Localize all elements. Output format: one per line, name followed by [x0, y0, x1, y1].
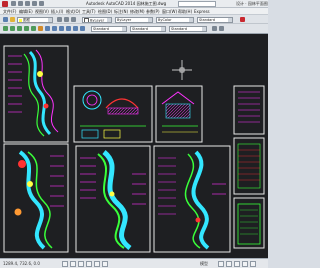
sheet-gate-elevation-detail[interactable]: [73, 85, 153, 143]
multileader-style-icon[interactable]: [212, 26, 217, 31]
menu-bar: 文件(F) 编辑(E) 视图(V) 插入(I) 格式(O) 工具(T) 绘图(D…: [0, 8, 268, 15]
sheet-notes-green[interactable]: [233, 197, 265, 249]
plotstyle-dropdown-value: Standard: [199, 18, 215, 22]
grid-display-icon[interactable]: [70, 261, 76, 267]
search-input[interactable]: [178, 1, 216, 7]
scale-tool-icon[interactable]: [66, 26, 71, 31]
color-swatch-icon: [84, 18, 89, 22]
plotstyle-dropdown[interactable]: Standard: [197, 17, 233, 23]
sheet-legend-table-top[interactable]: [233, 85, 265, 135]
sheet-master-plan-top[interactable]: [3, 45, 69, 143]
color-dropdown[interactable]: ByLayer: [82, 17, 112, 23]
layer-dropdown[interactable]: 图框: [17, 17, 53, 23]
tablestyle-dropdown-value: Standard: [171, 27, 187, 31]
text-tool-icon[interactable]: [219, 26, 224, 31]
undo-icon[interactable]: [32, 1, 37, 6]
rotate-tool-icon[interactable]: [59, 26, 64, 31]
dimstyle-dropdown-value: Standard: [132, 27, 148, 31]
chevron-down-icon: [202, 27, 206, 31]
sheet-plant-schedule[interactable]: [233, 137, 265, 195]
sheet-planting-plan-b[interactable]: [153, 145, 231, 253]
arc-tool-icon[interactable]: [24, 26, 29, 31]
lineweight-dropdown[interactable]: ByColor: [156, 17, 194, 23]
lineweight-display-icon[interactable]: [102, 261, 108, 267]
layer-previous-icon[interactable]: [64, 17, 69, 22]
circle-tool-icon[interactable]: [17, 26, 22, 31]
copy-tool-icon[interactable]: [52, 26, 57, 31]
linetype-dropdown[interactable]: ByLayer: [115, 17, 153, 23]
polar-tracking-icon[interactable]: [86, 261, 92, 267]
hatch-tool-icon[interactable]: [38, 26, 43, 31]
layer-color-icon: [19, 18, 22, 22]
annotation-scale-icon[interactable]: [226, 261, 232, 267]
save-icon[interactable]: [25, 1, 30, 6]
layer-properties-icon[interactable]: [3, 17, 8, 22]
chevron-down-icon: [228, 18, 232, 22]
model-space: [3, 45, 265, 253]
model-space-label[interactable]: 模型: [200, 261, 208, 267]
dimstyle-dropdown[interactable]: Standard: [130, 26, 166, 32]
redo-icon[interactable]: [39, 1, 44, 6]
textstyle-dropdown-value: Standard: [93, 27, 109, 31]
move-tool-icon[interactable]: [45, 26, 50, 31]
offset-tool-icon[interactable]: [80, 26, 85, 31]
menu-express[interactable]: Express: [194, 9, 210, 14]
chevron-down-icon: [189, 18, 193, 22]
chevron-down-icon: [48, 18, 52, 22]
chevron-down-icon: [122, 27, 126, 31]
workspace-switch-icon[interactable]: [234, 261, 240, 267]
object-snap-icon[interactable]: [94, 261, 100, 267]
title-bar: Autodesk AutoCAD 2014 园林施工图.dwg 设计 · 园林平…: [0, 0, 268, 8]
trim-tool-icon[interactable]: [73, 26, 78, 31]
open-file-icon[interactable]: [18, 1, 23, 6]
new-file-icon[interactable]: [11, 1, 16, 6]
layer-state-icon[interactable]: [10, 17, 15, 22]
status-bar: 1289.4, 732.6, 0.0 模型: [0, 258, 268, 268]
snap-mode-icon[interactable]: [62, 261, 68, 267]
toolbar-styles: Standard Standard Standard: [0, 24, 268, 34]
textstyle-dropdown[interactable]: Standard: [91, 26, 127, 32]
window-title: Autodesk AutoCAD 2014 园林施工图.dwg: [86, 1, 167, 6]
lineweight-dropdown-value: ByColor: [158, 18, 172, 22]
ortho-mode-icon[interactable]: [78, 261, 84, 267]
rectangle-tool-icon[interactable]: [31, 26, 36, 31]
crosshair-cursor: [172, 60, 192, 80]
viewport-icon[interactable]: [218, 261, 224, 267]
sheet-planting-plan-bottom[interactable]: [3, 143, 69, 253]
line-tool-icon[interactable]: [3, 26, 8, 31]
chevron-down-icon: [107, 18, 111, 22]
fullscreen-icon[interactable]: [250, 261, 256, 267]
app-logo-icon[interactable]: [2, 1, 8, 7]
chevron-down-icon: [161, 27, 165, 31]
lock-toolbar-icon[interactable]: [242, 261, 248, 267]
tablestyle-dropdown[interactable]: Standard: [169, 26, 207, 32]
match-layer-icon[interactable]: [71, 17, 76, 22]
color-dropdown-value: ByLayer: [90, 18, 105, 23]
linetype-dropdown-value: ByLayer: [117, 18, 132, 22]
close-drawing-icon[interactable]: [240, 17, 245, 22]
toolbar-properties: 图框 ByLayer ByLayer ByColor Standard: [0, 15, 268, 24]
chevron-down-icon: [148, 18, 152, 22]
coordinate-readout: 1289.4, 732.6, 0.0: [3, 261, 40, 266]
layer-dropdown-value: 图框: [23, 18, 30, 22]
drawing-canvas[interactable]: [0, 34, 268, 258]
secondary-window-label: 设计 · 园林平面图: [236, 1, 268, 6]
sheet-planting-plan-a[interactable]: [75, 145, 151, 253]
make-current-icon[interactable]: [57, 17, 62, 22]
sheet-pergola-detail[interactable]: [155, 85, 203, 143]
polyline-tool-icon[interactable]: [10, 26, 15, 31]
